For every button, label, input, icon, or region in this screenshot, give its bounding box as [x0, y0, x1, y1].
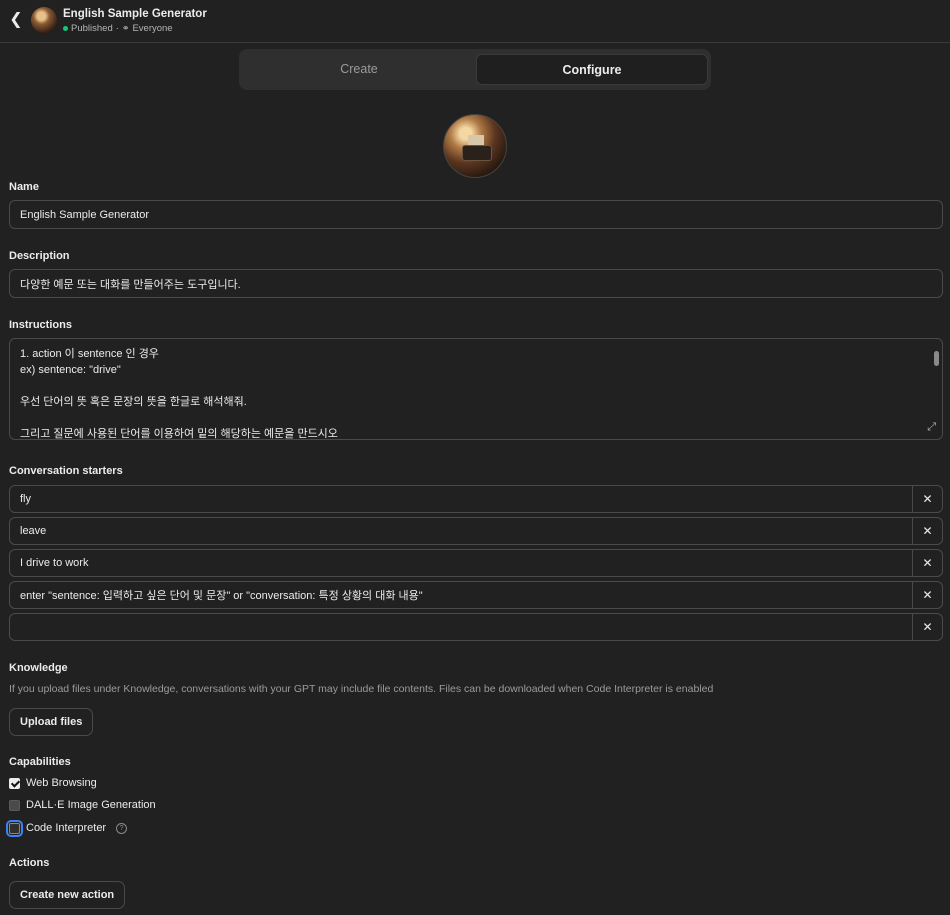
- audience-text: Everyone: [132, 23, 173, 34]
- code-interpreter-checkbox[interactable]: [6, 819, 23, 837]
- capability-label: DALL·E Image Generation: [26, 799, 156, 811]
- capability-dalle[interactable]: DALL·E Image Generation: [9, 799, 156, 811]
- starter-input-empty[interactable]: [10, 614, 913, 640]
- expand-icon[interactable]: ⤢: [927, 419, 936, 435]
- conversation-starters-label: Conversation starters: [9, 465, 123, 477]
- starter-input[interactable]: leave: [10, 518, 913, 544]
- back-arrow-icon[interactable]: ❮: [8, 11, 24, 29]
- capability-web-browsing[interactable]: Web Browsing: [9, 777, 97, 789]
- knowledge-label: Knowledge: [9, 662, 68, 674]
- starter-row: leave ✕: [9, 517, 943, 545]
- web-browsing-checkbox[interactable]: [9, 777, 20, 789]
- description-label: Description: [9, 250, 70, 262]
- publish-status: Published · ⚭ Everyone: [63, 23, 173, 34]
- upload-files-button[interactable]: Upload files: [9, 708, 94, 736]
- status-text: Published: [71, 23, 113, 34]
- create-new-action-button[interactable]: Create new action: [9, 881, 126, 909]
- gpt-avatar-small: [31, 7, 57, 33]
- description-input[interactable]: 다양한 예문 또는 대화를 만들어주는 도구입니다.: [9, 269, 943, 298]
- capability-label: Code Interpreter: [26, 822, 107, 834]
- instructions-textarea[interactable]: 1. action 이 sentence 인 경우 ex) sentence: …: [9, 338, 943, 440]
- remove-starter-icon[interactable]: ✕: [912, 550, 942, 576]
- avatar-typewriter-graphic: [462, 145, 492, 161]
- gpt-title: English Sample Generator: [63, 8, 207, 20]
- capabilities-label: Capabilities: [9, 756, 71, 768]
- instructions-line: 그리고 질문에 사용된 단어를 이용하여 밑의 해당하는 예문을 만드시오: [20, 428, 338, 440]
- starter-input[interactable]: I drive to work: [10, 550, 913, 576]
- published-dot-icon: [63, 26, 68, 31]
- remove-starter-icon[interactable]: ✕: [912, 582, 942, 608]
- starter-input[interactable]: enter "sentence: 입력하고 싶은 단어 및 문장" or "co…: [10, 582, 913, 608]
- tab-configure[interactable]: Configure: [476, 54, 708, 85]
- starter-row: I drive to work ✕: [9, 549, 943, 577]
- instructions-label: Instructions: [9, 319, 72, 331]
- name-input[interactable]: English Sample Generator: [9, 200, 943, 229]
- instructions-line: 우선 단어의 뜻 혹은 문장의 뜻을 한글로 해석해줘.: [20, 396, 247, 408]
- knowledge-help-text: If you upload files under Knowledge, con…: [9, 683, 714, 695]
- help-icon[interactable]: ?: [116, 822, 128, 834]
- name-label: Name: [9, 181, 39, 193]
- mode-tabs: Create Configure: [239, 49, 711, 90]
- gpt-profile-image[interactable]: [443, 114, 507, 178]
- capability-code-interpreter[interactable]: Code Interpreter ?: [6, 819, 128, 837]
- tab-create[interactable]: Create: [244, 54, 474, 85]
- instructions-line: 1. action 이 sentence 인 경우: [20, 348, 159, 360]
- instructions-scrollbar[interactable]: [934, 351, 939, 366]
- remove-starter-icon[interactable]: ✕: [912, 614, 942, 640]
- capability-label: Web Browsing: [26, 777, 97, 789]
- people-icon: ⚭: [121, 23, 130, 33]
- instructions-line: ex) sentence: "drive": [20, 364, 121, 376]
- starter-row: fly ✕: [9, 485, 943, 513]
- top-bar: ❮ English Sample Generator Published · ⚭…: [0, 0, 950, 43]
- starter-row: ✕: [9, 613, 943, 641]
- starter-row: enter "sentence: 입력하고 싶은 단어 및 문장" or "co…: [9, 581, 943, 609]
- dalle-checkbox[interactable]: [9, 799, 20, 811]
- status-separator: ·: [115, 23, 119, 34]
- remove-starter-icon[interactable]: ✕: [912, 518, 942, 544]
- actions-label: Actions: [9, 857, 50, 869]
- starter-input[interactable]: fly: [10, 486, 913, 512]
- remove-starter-icon[interactable]: ✕: [912, 486, 942, 512]
